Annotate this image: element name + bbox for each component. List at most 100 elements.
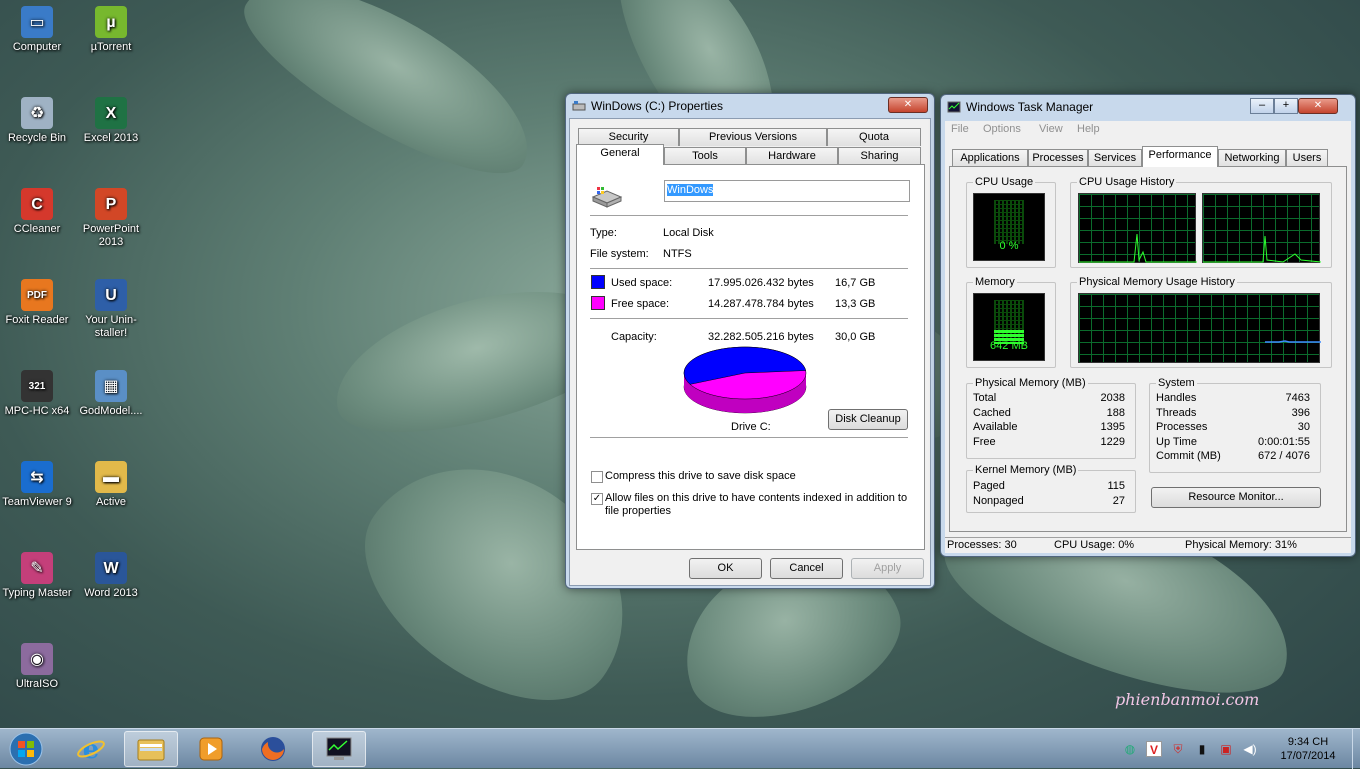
desktop-icon-label: GodModel.... (79, 405, 143, 417)
used-space-gb: 16,7 GB (835, 277, 876, 289)
windows-orb-icon (9, 732, 43, 766)
drive-name-input[interactable]: WinDows (664, 180, 910, 202)
mpc-hc-icon: 321 (21, 370, 53, 402)
properties-title: WinDows (C:) Properties (591, 99, 724, 113)
disk-cleanup-button[interactable]: Disk Cleanup (828, 409, 908, 430)
menu-bar: File Options View Help (945, 121, 1351, 139)
desktop-icon-label: PowerPoint 2013 (82, 223, 140, 248)
drive-name-value: WinDows (667, 184, 714, 196)
desktop-icon-typing-master[interactable]: ✎ Typing Master (0, 552, 74, 600)
menu-options[interactable]: Options (983, 123, 1021, 135)
km-paged-label: Paged (973, 480, 1005, 492)
status-bar: Processes: 30 CPU Usage: 0% Physical Mem… (945, 537, 1351, 553)
cpu-history-graph-core0 (1078, 193, 1197, 263)
general-panel: WinDows Type: Local Disk File system: NT… (576, 164, 925, 550)
apply-button[interactable]: Apply (851, 558, 924, 579)
tab-previous-versions[interactable]: Previous Versions (679, 128, 827, 146)
pm-cached-label: Cached (973, 407, 1011, 419)
folder-icon (137, 739, 165, 761)
sys-uptime-value: 0:00:01:55 (1258, 436, 1310, 448)
desktop-icon-foxit-reader[interactable]: PDF Foxit Reader (0, 279, 74, 327)
show-desktop-button[interactable] (1352, 729, 1360, 769)
tab-users[interactable]: Users (1286, 149, 1328, 167)
taskbar-internet-explorer[interactable]: e (64, 731, 118, 767)
desktop-icon-powerpoint-2013[interactable]: P PowerPoint 2013 (74, 188, 148, 249)
km-nonpaged-label: Nonpaged (973, 495, 1024, 507)
clock-time: 9:34 CH (1287, 736, 1329, 748)
tab-processes[interactable]: Processes (1028, 149, 1088, 167)
shield-icon[interactable]: ⛨ (1170, 741, 1186, 757)
clock[interactable]: 9:34 CH 17/07/2014 (1270, 735, 1346, 763)
start-button[interactable] (2, 731, 50, 767)
km-paged-value: 115 (1107, 480, 1125, 492)
cpu-usage-value: 0 % (999, 240, 1019, 252)
network-globe-icon[interactable]: ◍ (1122, 741, 1138, 757)
task-manager-icon (947, 101, 961, 113)
desktop-icon-ultraiso[interactable]: ◉ UltraISO (0, 643, 74, 691)
desktop-icon-label: TeamViewer 9 (2, 496, 72, 508)
index-checkbox[interactable]: ✓ (591, 493, 603, 505)
desktop-icon-excel-2013[interactable]: X Excel 2013 (74, 97, 148, 145)
menu-view[interactable]: View (1039, 123, 1063, 135)
resource-monitor-button[interactable]: Resource Monitor... (1151, 487, 1321, 508)
cpu-history-graph-core1 (1202, 193, 1322, 263)
close-icon[interactable]: ✕ (888, 97, 928, 113)
desktop-icon--torrent[interactable]: µ µTorrent (74, 6, 148, 54)
desktop-icon-your-unin-staller[interactable]: U Your Unin-staller! (74, 279, 148, 340)
capacity-gb: 30,0 GB (835, 331, 876, 343)
tab-services[interactable]: Services (1088, 149, 1142, 167)
task-manager-body: Applications Processes Services Performa… (945, 139, 1351, 539)
properties-titlebar[interactable]: WinDows (C:) Properties (566, 94, 934, 118)
sys-threads-value: 396 (1291, 407, 1310, 419)
desktop-icon-label: MPC-HC x64 (4, 405, 70, 417)
task-manager-window[interactable]: Windows Task Manager – + ✕ File Options … (940, 94, 1356, 557)
monitor-icon[interactable]: ▣ (1218, 741, 1234, 757)
excel-icon: X (95, 97, 127, 129)
tab-general[interactable]: General (576, 144, 664, 165)
tab-quota[interactable]: Quota (827, 128, 921, 146)
free-color-swatch (591, 296, 605, 310)
capacity-label: Capacity: (611, 331, 657, 343)
desktop-icon-label: Foxit Reader (5, 314, 69, 326)
compress-checkbox[interactable] (591, 471, 603, 483)
sys-handles-label: Handles (1156, 392, 1197, 404)
tab-tools[interactable]: Tools (664, 147, 746, 165)
taskbar-media-player[interactable] (184, 731, 238, 767)
minimize-button[interactable]: – (1250, 98, 1274, 114)
desktop-icon-word-2013[interactable]: W Word 2013 (74, 552, 148, 600)
taskbar-task-manager[interactable] (312, 731, 366, 767)
volume-icon[interactable]: ◀) (1242, 741, 1258, 757)
taskbar-firefox[interactable] (246, 731, 300, 767)
desktop-icon-ccleaner[interactable]: C CCleaner (0, 188, 74, 236)
teamviewer-icon: ⇆ (21, 461, 53, 493)
menu-file[interactable]: File (951, 123, 969, 135)
used-space-label: Used space: (611, 277, 673, 289)
tab-sharing[interactable]: Sharing (838, 147, 921, 165)
close-icon[interactable]: ✕ (1298, 98, 1338, 114)
desktop-icon-computer[interactable]: ▭ Computer (0, 6, 74, 54)
desktop-icon-mpc-hc-x64[interactable]: 321 MPC-HC x64 (0, 370, 74, 418)
cancel-button[interactable]: Cancel (770, 558, 843, 579)
filesystem-value: NTFS (663, 248, 692, 260)
free-space-bytes: 14.287.478.784 bytes (708, 298, 814, 310)
desktop-icon-recycle-bin[interactable]: ♻ Recycle Bin (0, 97, 74, 145)
menu-help[interactable]: Help (1077, 123, 1100, 135)
taskbar-explorer[interactable] (124, 731, 178, 767)
tab-applications[interactable]: Applications (952, 149, 1028, 167)
type-label: Type: (590, 227, 617, 239)
desktop-icon-active[interactable]: ▬ Active (74, 461, 148, 509)
ok-button[interactable]: OK (689, 558, 762, 579)
flag-icon[interactable]: ▮ (1194, 741, 1210, 757)
desktop-icon-godmodel[interactable]: ▦ GodModel.... (74, 370, 148, 418)
desktop-icon-teamviewer-9[interactable]: ⇆ TeamViewer 9 (0, 461, 74, 509)
properties-window[interactable]: WinDows (C:) Properties ✕ Security Previ… (565, 93, 935, 589)
desktop-icon-label: Your Unin-staller! (85, 314, 137, 339)
cpu-usage-meter: 0 % (973, 193, 1045, 261)
maximize-button[interactable]: + (1274, 98, 1298, 114)
watermark-text: phienbanmoi.com (1115, 690, 1260, 709)
tab-networking[interactable]: Networking (1218, 149, 1286, 167)
tab-hardware[interactable]: Hardware (746, 147, 838, 165)
drive-icon (591, 187, 623, 208)
tab-performance[interactable]: Performance (1142, 146, 1218, 167)
antivirus-v-icon[interactable]: V (1146, 741, 1162, 757)
